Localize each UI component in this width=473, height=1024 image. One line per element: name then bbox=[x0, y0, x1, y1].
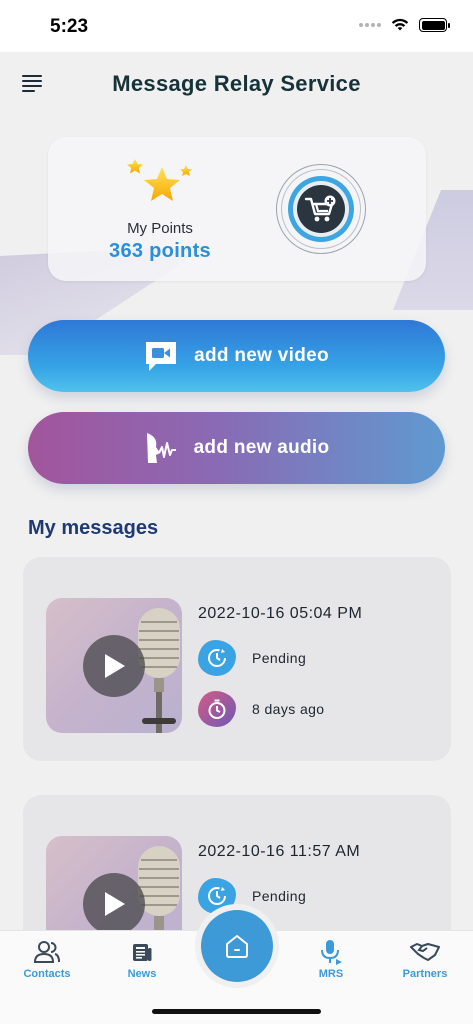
add-new-video-button[interactable]: add new video bbox=[28, 320, 445, 392]
play-icon bbox=[105, 892, 125, 916]
play-icon bbox=[105, 654, 125, 678]
points-label: My Points bbox=[127, 220, 193, 237]
news-icon bbox=[133, 944, 152, 961]
app-header: Message Relay Service bbox=[0, 52, 473, 116]
page-title: Message Relay Service bbox=[112, 71, 361, 96]
message-thumbnail bbox=[46, 598, 182, 733]
nav-partners-label: Partners bbox=[402, 968, 448, 980]
handshake-icon bbox=[410, 943, 440, 961]
message-status-label: Pending bbox=[252, 888, 307, 904]
microphone-icon bbox=[321, 940, 342, 965]
message-status: Pending bbox=[198, 640, 306, 676]
add-new-video-label: add new video bbox=[194, 345, 329, 366]
home-button[interactable] bbox=[201, 910, 273, 982]
nav-news[interactable]: News bbox=[102, 939, 182, 980]
cart-plus-icon bbox=[304, 195, 336, 222]
message-status-label: Pending bbox=[252, 650, 307, 666]
message-date: 2022-10-16 11:57 AM bbox=[198, 843, 361, 860]
wifi-icon bbox=[391, 18, 409, 31]
my-messages-title: My messages bbox=[28, 517, 159, 539]
home-indicator bbox=[152, 1009, 321, 1014]
play-button[interactable] bbox=[83, 873, 145, 935]
nav-news-label: News bbox=[127, 968, 157, 980]
redeem-cart-button[interactable] bbox=[276, 164, 366, 254]
message-age: 8 days ago bbox=[198, 691, 325, 727]
play-button[interactable] bbox=[83, 635, 145, 697]
points-card: My Points 363 points bbox=[48, 137, 426, 281]
signal-icon bbox=[359, 23, 381, 27]
message-card[interactable]: 2022-10-16 05:04 PM Pending 8 days ago bbox=[23, 557, 451, 761]
nav-mrs[interactable]: MRS bbox=[291, 939, 371, 980]
home-icon bbox=[226, 935, 248, 958]
nav-mrs-label: MRS bbox=[318, 968, 344, 980]
nav-contacts-label: Contacts bbox=[23, 968, 71, 980]
add-new-audio-button[interactable]: add new audio bbox=[28, 412, 445, 484]
clock-refresh-icon bbox=[198, 878, 236, 914]
add-new-audio-label: add new audio bbox=[193, 437, 330, 458]
battery-icon bbox=[419, 18, 450, 32]
voice-wave-icon bbox=[146, 433, 176, 463]
status-bar: 5:23 bbox=[0, 0, 473, 52]
points-value: 363 points bbox=[109, 240, 211, 262]
message-age-label: 8 days ago bbox=[252, 701, 325, 717]
message-status: Pending bbox=[198, 878, 306, 914]
nav-contacts[interactable]: Contacts bbox=[7, 939, 87, 980]
stars-icon bbox=[127, 159, 192, 201]
clock-refresh-icon bbox=[198, 640, 236, 676]
video-chat-icon bbox=[146, 342, 177, 371]
nav-partners[interactable]: Partners bbox=[385, 939, 465, 980]
status-icons bbox=[359, 18, 450, 32]
stopwatch-icon bbox=[198, 691, 236, 727]
contacts-icon bbox=[33, 941, 60, 963]
status-time: 5:23 bbox=[50, 16, 89, 37]
message-date: 2022-10-16 05:04 PM bbox=[198, 605, 363, 622]
